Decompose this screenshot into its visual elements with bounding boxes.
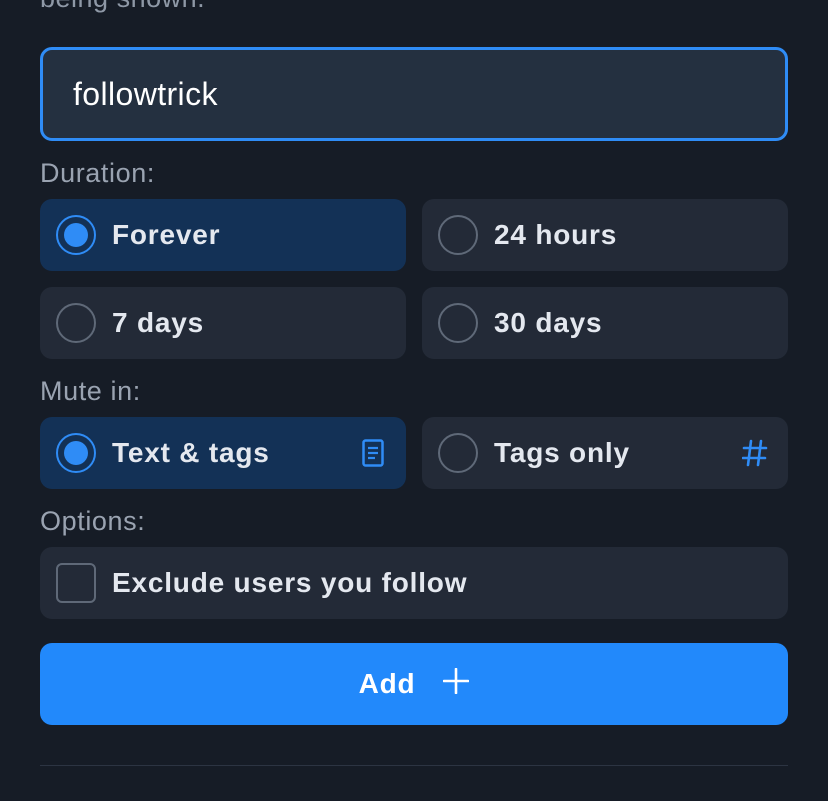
hashtag-icon [740, 438, 770, 468]
duration-option-forever[interactable]: Forever [40, 199, 406, 271]
add-button-label: Add [358, 668, 416, 699]
options-label: Options: [40, 506, 146, 536]
duration-option-label: 7 days [112, 307, 204, 338]
mute-in-option-tags-only[interactable]: Tags only [422, 417, 788, 489]
exclude-followed-users-label: Exclude users you follow [112, 567, 468, 598]
duration-option-label: Forever [112, 219, 221, 250]
radio-unselected-icon [438, 303, 478, 343]
document-icon [358, 438, 388, 468]
mute-in-label: Mute in: [40, 376, 141, 406]
mute-word-input[interactable] [73, 75, 785, 113]
checkbox-unchecked-icon[interactable] [56, 563, 96, 603]
duration-option-label: 24 hours [494, 219, 618, 250]
duration-option-30-days[interactable]: 30 days [422, 287, 788, 359]
mute-in-option-label: Text & tags [112, 437, 270, 468]
radio-unselected-icon [438, 433, 478, 473]
radio-selected-icon [56, 215, 96, 255]
intro-text: being shown. [40, 0, 205, 14]
duration-label: Duration: [40, 158, 155, 188]
add-button[interactable]: Add [40, 643, 788, 725]
radio-unselected-icon [438, 215, 478, 255]
radio-unselected-icon [56, 303, 96, 343]
radio-selected-icon [56, 433, 96, 473]
mute-in-option-text-and-tags[interactable]: Text & tags [40, 417, 406, 489]
mute-in-option-label: Tags only [494, 437, 630, 468]
duration-option-label: 30 days [494, 307, 603, 338]
plus-icon [443, 667, 470, 701]
duration-option-7-days[interactable]: 7 days [40, 287, 406, 359]
exclude-followed-users-option[interactable]: Exclude users you follow [40, 547, 788, 619]
divider [40, 765, 788, 766]
duration-option-24-hours[interactable]: 24 hours [422, 199, 788, 271]
mute-word-input-box[interactable] [40, 47, 788, 141]
